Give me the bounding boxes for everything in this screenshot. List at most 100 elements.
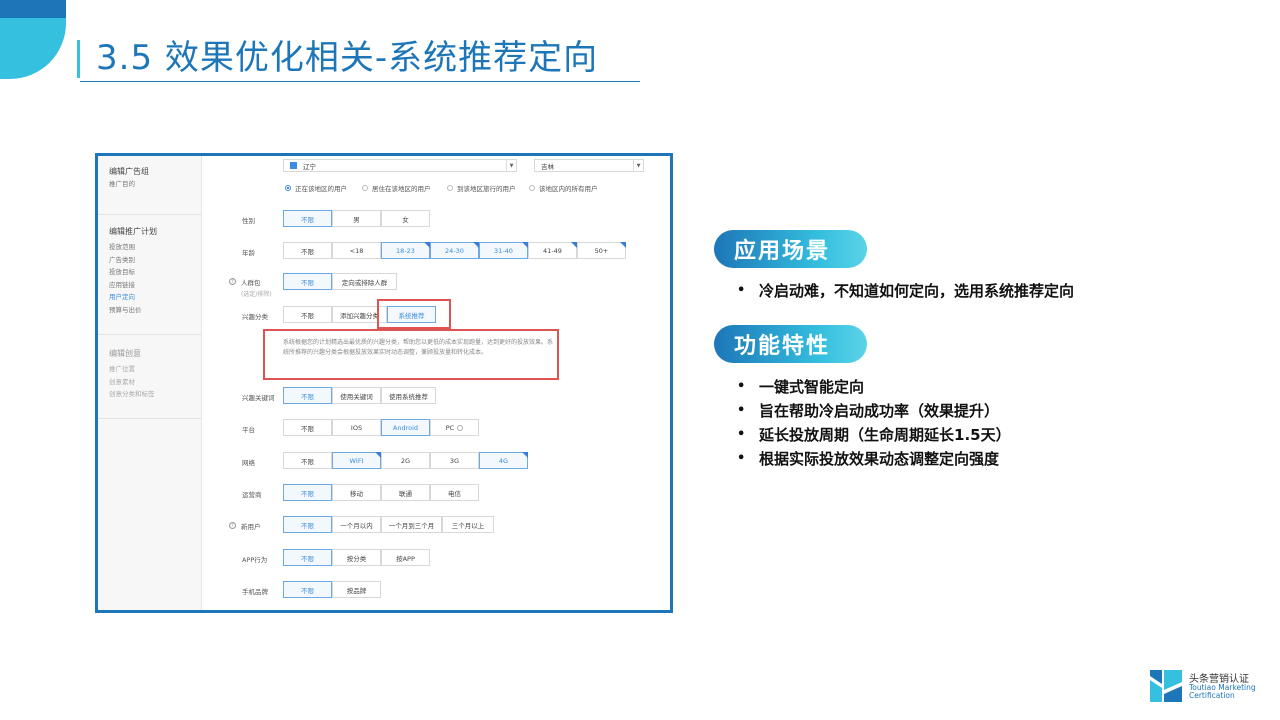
sidebar-item-range[interactable]: 投放范围 [98,241,202,254]
sidebar-item-app-link[interactable]: 应用链接 [98,279,202,292]
crowd-option-any[interactable]: 不限 [283,273,332,290]
age-option-18-23[interactable]: 18-23 [381,242,430,259]
bullet-text: 冷启动难，不知道如何定向，选用系统推荐定向 [759,282,1075,300]
region-select[interactable]: 辽宁 ▼ [283,159,517,172]
bullet-icon: • [737,283,746,298]
sidebar-item-position[interactable]: 推广位置 [98,363,202,376]
app-option-category[interactable]: 按分类 [332,549,381,566]
keyword-option-any[interactable]: 不限 [283,387,332,404]
city-select[interactable]: 吉林 ▼ [534,159,644,172]
brand-option-by-brand[interactable]: 按品牌 [332,581,381,598]
carrier-option-mobile[interactable]: 移动 [332,484,381,501]
gender-option-any[interactable]: 不限 [283,210,332,227]
radio-label: 正在该地区的用户 [295,185,347,193]
sidebar-divider [98,418,202,419]
sidebar-head[interactable]: 编辑推广计划 [98,226,202,238]
platform-option-any[interactable]: 不限 [283,419,332,436]
network-option-3g[interactable]: 3G [430,452,479,469]
new-user-option-any[interactable]: 不限 [283,516,332,533]
interest-option-any[interactable]: 不限 [283,306,332,323]
logo-text-en: Toutiao Marketing Certification [1189,684,1256,700]
form-area: 辽宁 ▼ 吉林 ▼ 正在该地区的用户 居住在该地区的用户 到该地区旅行的用户 该… [202,156,670,610]
title-underline [80,81,640,82]
crowd-option-target-exclude[interactable]: 定向或排除人群 [332,273,397,290]
platform-option-pc[interactable]: PC [430,419,479,436]
radio-all-users[interactable]: 该地区内的所有用户 [529,183,598,193]
age-option-under18[interactable]: <18 [332,242,381,259]
sidebar-group-ad-group: 编辑广告组 推广目的 [98,166,202,191]
gender-option-female[interactable]: 女 [381,210,430,227]
slide-title: 3.5 效果优化相关-系统推荐定向 [96,38,599,78]
option-label: 4G [498,456,509,465]
platform-label: 平台 [242,426,255,434]
sidebar-group-creative: 编辑创意 推广位置 创意素材 创意分类和标签 [98,348,202,401]
radio-icon [285,185,291,191]
sidebar-head[interactable]: 编辑广告组 [98,166,202,178]
selected-corner-icon [620,242,626,248]
age-option-41-49[interactable]: 41-49 [528,242,577,259]
new-user-option-1m[interactable]: 一个月以内 [332,516,381,533]
chevron-down-icon: ▼ [506,160,516,171]
sidebar-item-budget[interactable]: 预算与出价 [98,304,202,317]
carrier-option-telecom[interactable]: 电信 [430,484,479,501]
bullet-text: 一键式智能定向 [759,378,865,396]
radio-icon [529,185,535,191]
city-select-value: 吉林 [541,162,554,171]
app-option-app[interactable]: 按APP [381,549,430,566]
bullet-icon: • [737,403,746,418]
sidebar-item-purpose[interactable]: 推广目的 [98,178,202,191]
sidebar-item-material[interactable]: 创意素材 [98,376,202,389]
sidebar-divider [98,214,202,215]
app-option-any[interactable]: 不限 [283,549,332,566]
system-recommend-description: 系统根据您的计划精选出最优质的兴趣分类，帮助您以更低的成本实现跑量，达到更好的投… [283,339,554,356]
brand-option-any[interactable]: 不限 [283,581,332,598]
interest-keyword-label: 兴趣关键词 [242,394,275,402]
sidebar-group-plan: 编辑推广计划 投放范围 广告类别 投放目标 应用链接 用户定向 预算与出价 [98,226,202,316]
new-user-label: 新用户 [241,523,261,531]
sidebar-item-category[interactable]: 广告类别 [98,254,202,267]
age-option-31-40[interactable]: 31-40 [479,242,528,259]
help-icon[interactable]: ? [229,522,236,529]
sidebar-head[interactable]: 编辑创意 [98,348,202,360]
phone-brand-label: 手机品牌 [242,588,268,596]
age-option-24-30[interactable]: 24-30 [430,242,479,259]
sidebar-divider [98,334,202,335]
radio-resident[interactable]: 居住在该地区的用户 [362,183,431,193]
bullet-icon: • [737,451,746,466]
keyword-option-system[interactable]: 使用系统推荐 [381,387,436,404]
gender-option-male[interactable]: 男 [332,210,381,227]
keyword-option-use[interactable]: 使用关键词 [332,387,381,404]
interest-category-label: 兴趣分类 [242,313,268,321]
platform-option-android[interactable]: Android [381,419,430,436]
sidebar-item-tags[interactable]: 创意分类和标签 [98,388,202,401]
new-user-option-3m[interactable]: 三个月以上 [442,516,494,533]
network-option-2g[interactable]: 2G [381,452,430,469]
checkbox-checked-icon [290,162,297,169]
help-icon[interactable]: ? [229,278,236,285]
sidebar-item-target[interactable]: 投放目标 [98,266,202,279]
highlight-box [377,299,451,329]
option-label: PC [445,423,455,432]
carrier-option-unicom[interactable]: 联通 [381,484,430,501]
new-user-option-1-3m[interactable]: 一个月到三个月 [381,516,442,533]
sidebar-item-user-targeting[interactable]: 用户定向 [98,291,202,304]
bullet-icon: • [737,427,746,442]
radio-label: 居住在该地区的用户 [372,185,431,193]
network-option-4g[interactable]: 4G [479,452,528,469]
network-option-wifi[interactable]: WIFI [332,452,381,469]
radio-current-location[interactable]: 正在该地区的用户 [285,183,347,193]
option-label: 41-49 [543,246,562,255]
carrier-option-any[interactable]: 不限 [283,484,332,501]
bullet-text: 延长投放周期（生命周期延长1.5天） [759,426,1011,444]
bullet-item: • 一键式智能定向 [737,376,864,397]
network-option-any[interactable]: 不限 [283,452,332,469]
option-label: 50+ [594,246,609,255]
platform-option-ios[interactable]: IOS [332,419,381,436]
age-option-50plus[interactable]: 50+ [577,242,626,259]
age-option-any[interactable]: 不限 [283,242,332,259]
radio-traveler[interactable]: 到该地区旅行的用户 [447,183,516,193]
section-title-scenario: 应用场景 [714,230,867,268]
bullet-text: 根据实际投放效果动态调整定向强度 [759,450,1000,468]
region-select-value: 辽宁 [303,162,316,171]
option-label: 31-40 [494,246,513,255]
